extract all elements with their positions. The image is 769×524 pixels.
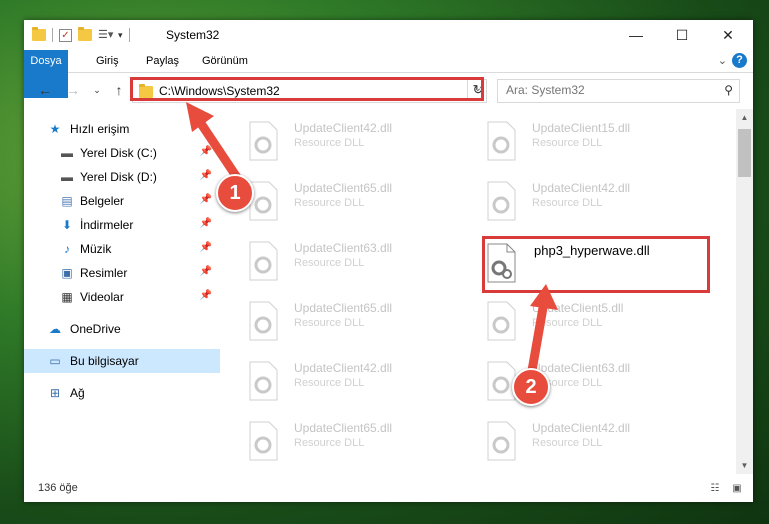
- explorer-window: ✓ ☰▾ ▾ System32 — ☐ ✕ Dosya Giriş Paylaş…: [24, 20, 753, 502]
- step-1-badge: 1: [216, 174, 254, 212]
- step-2-badge: 2: [512, 368, 550, 406]
- annotation-arrows: [186, 102, 558, 387]
